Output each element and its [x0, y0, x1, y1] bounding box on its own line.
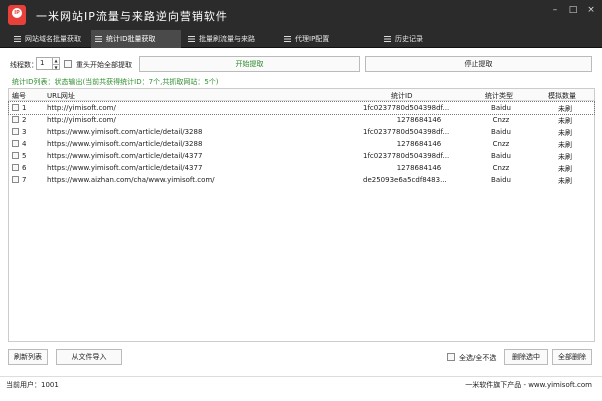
cell-no: 2: [22, 116, 27, 124]
restart-all-checkbox[interactable]: [64, 60, 72, 68]
vertical-scrollbar[interactable]: [586, 101, 594, 341]
cell-stat-type: Baidu: [491, 128, 511, 136]
delete-selected-button[interactable]: 删除选中: [504, 349, 548, 365]
logo-text: IP: [14, 10, 20, 16]
app-title: 一米网站IP流量与来路逆向营销软件: [36, 10, 228, 23]
minimize-icon[interactable]: –: [548, 4, 562, 16]
cell-stat-type: Baidu: [491, 176, 511, 184]
cell-no: 1: [22, 104, 27, 112]
threads-value[interactable]: 1: [40, 59, 44, 67]
close-icon[interactable]: ×: [584, 4, 598, 16]
header-stat-id[interactable]: 统计ID: [391, 91, 412, 101]
cell-sim-count: 未刷: [558, 141, 572, 149]
stat-id-table[interactable]: 编号 URL网址 统计ID 统计类型 模拟数量 1 http://yimisof…: [8, 88, 595, 342]
list-icon: [384, 36, 391, 42]
start-extract-button[interactable]: 开始提取: [139, 56, 360, 72]
status-bar: 当前用户：1001 一米软件旗下产品 - www.yimisoft.com: [0, 376, 602, 390]
table-row[interactable]: 4 https://www.yimisoft.com/article/detai…: [9, 138, 594, 150]
cell-stat-id: 1fc0237780d504398df...: [363, 104, 450, 112]
row-checkbox[interactable]: [12, 176, 19, 183]
row-checkbox[interactable]: [12, 152, 19, 159]
refresh-list-button[interactable]: 刷新列表: [8, 349, 48, 365]
cell-stat-type: Cnzz: [492, 140, 510, 148]
threads-label: 线程数：: [10, 61, 38, 69]
cell-sim-count: 未刷: [558, 105, 572, 113]
cell-stat-id: 1fc0237780d504398df...: [363, 152, 450, 160]
row-checkbox[interactable]: [12, 128, 19, 135]
cell-sim-count: 未刷: [558, 129, 572, 137]
table-row[interactable]: 1 http://yimisoft.com/ 1fc0237780d504398…: [8, 101, 595, 115]
cell-url: https://www.yimisoft.com/article/detail/…: [47, 164, 203, 172]
list-icon: [95, 36, 102, 42]
header-sim-count[interactable]: 模拟数量: [548, 91, 576, 101]
row-checkbox[interactable]: [12, 140, 19, 147]
cell-no: 4: [22, 140, 27, 148]
cell-stat-id: 1278684146: [396, 164, 442, 172]
header-no[interactable]: 编号: [12, 91, 26, 101]
threads-stepper[interactable]: 1 ▲ ▼: [36, 57, 60, 70]
row-checkbox[interactable]: [12, 104, 19, 111]
header-url[interactable]: URL网址: [47, 91, 75, 101]
cell-url: https://www.aizhan.com/cha/www.yimisoft.…: [47, 176, 215, 184]
cell-sim-count: 未刷: [558, 117, 572, 125]
cell-url: https://www.yimisoft.com/article/detail/…: [47, 128, 203, 136]
cell-url: http://yimisoft.com/: [47, 104, 116, 112]
cell-no: 7: [22, 176, 27, 184]
delete-all-button[interactable]: 全部删除: [552, 349, 592, 365]
row-checkbox[interactable]: [12, 116, 19, 123]
title-bar: IP 一米网站IP流量与来路逆向营销软件 – □ ×: [0, 0, 602, 30]
select-all-checkbox[interactable]: [447, 353, 455, 361]
table-row[interactable]: 6 https://www.yimisoft.com/article/detai…: [9, 162, 594, 174]
tab-domain-fetch[interactable]: 网站域名批量获取: [10, 30, 90, 48]
table-row[interactable]: 5 https://www.yimisoft.com/article/detai…: [9, 150, 594, 162]
restart-all-label: 重头开始全部提取: [76, 61, 132, 69]
cell-url: http://yimisoft.com/: [47, 116, 116, 124]
table-row[interactable]: 2 http://yimisoft.com/ 1278684146 Cnzz 未…: [9, 114, 594, 126]
table-row[interactable]: 7 https://www.aizhan.com/cha/www.yimisof…: [9, 174, 594, 186]
header-stat-type[interactable]: 统计类型: [485, 91, 513, 101]
maximize-icon[interactable]: □: [566, 4, 580, 16]
cell-no: 5: [22, 152, 27, 160]
list-icon: [284, 36, 291, 42]
list-icon: [188, 36, 195, 42]
cell-stat-type: Cnzz: [492, 164, 510, 172]
cell-stat-type: Baidu: [491, 152, 511, 160]
row-checkbox[interactable]: [12, 164, 19, 171]
tab-history[interactable]: 历史记录: [380, 30, 460, 48]
cell-stat-id: de25093e6a5cdf8483...: [363, 176, 447, 184]
list-icon: [14, 36, 21, 42]
table-row[interactable]: 3 https://www.yimisoft.com/article/detai…: [9, 126, 594, 138]
import-from-file-button[interactable]: 从文件导入: [56, 349, 122, 365]
cell-stat-id: 1278684146: [396, 116, 442, 124]
cell-sim-count: 未刷: [558, 153, 572, 161]
app-logo: IP: [8, 5, 26, 25]
cell-stat-id: 1278684146: [396, 140, 442, 148]
cell-no: 6: [22, 164, 27, 172]
status-output: 统计ID列表：状态输出(当前共获得统计ID：7个,共抓取网站：5个): [12, 78, 219, 86]
tab-stat-id-fetch[interactable]: 统计ID批量获取: [91, 30, 181, 48]
cell-stat-id: 1fc0237780d504398df...: [363, 128, 450, 136]
tab-proxy-config[interactable]: 代理IP配置: [280, 30, 370, 48]
cell-no: 3: [22, 128, 27, 136]
tab-batch-traffic[interactable]: 批量刷流量与来路: [184, 30, 279, 48]
current-user: 当前用户：1001: [6, 381, 59, 389]
stop-extract-button[interactable]: 停止提取: [365, 56, 592, 72]
cell-stat-type: Cnzz: [492, 116, 510, 124]
cell-sim-count: 未刷: [558, 165, 572, 173]
tab-bar: 网站域名批量获取 统计ID批量获取 批量刷流量与来路 代理IP配置 历史记录: [0, 30, 602, 48]
select-all-label: 全选/全不选: [459, 354, 497, 362]
stepper-down-icon[interactable]: ▼: [52, 63, 59, 69]
brand-text: 一米软件旗下产品 - www.yimisoft.com: [465, 381, 592, 389]
cell-url: https://www.yimisoft.com/article/detail/…: [47, 140, 203, 148]
cell-sim-count: 未刷: [558, 177, 572, 185]
cell-url: https://www.yimisoft.com/article/detail/…: [47, 152, 203, 160]
table-header: 编号 URL网址 统计ID 统计类型 模拟数量: [9, 89, 594, 101]
cell-stat-type: Baidu: [491, 104, 511, 112]
